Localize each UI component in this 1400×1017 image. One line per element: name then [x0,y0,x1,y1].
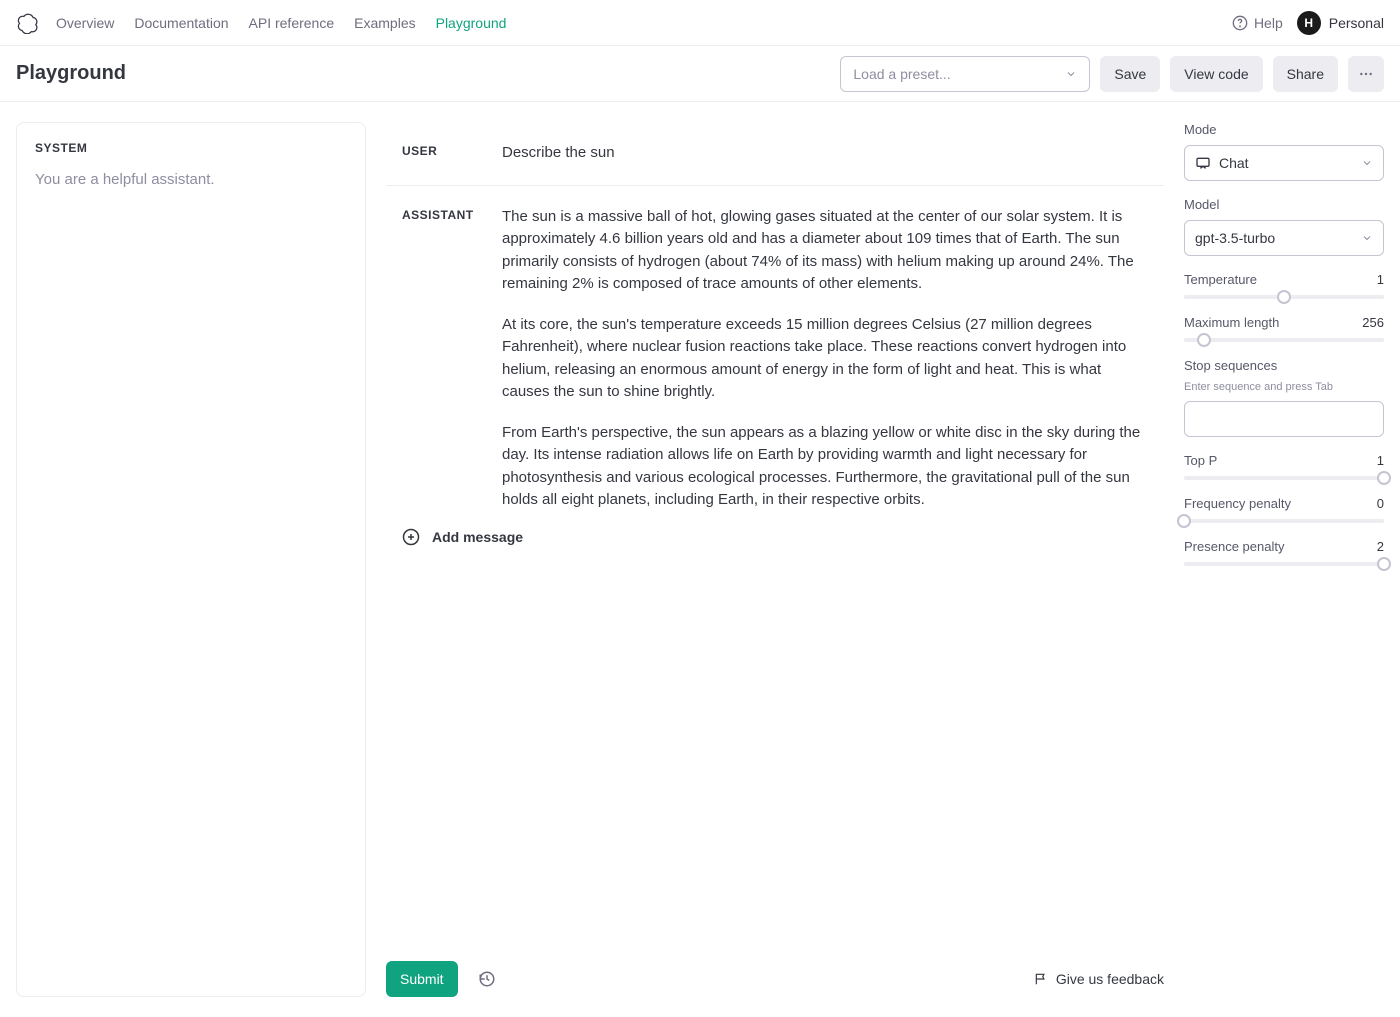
dots-horizontal-icon [1358,66,1374,82]
main: SYSTEM You are a helpful assistant. USER… [0,102,1400,1017]
nav-item-playground[interactable]: Playground [436,15,507,31]
setting-mode: Mode Chat [1184,122,1384,181]
preset-placeholder: Load a preset... [853,66,950,82]
setting-top-p: Top P 1 [1184,453,1384,480]
feedback-link[interactable]: Give us feedback [1034,971,1164,987]
message-content: The sun is a massive ball of hot, glowin… [502,206,1148,512]
mode-value: Chat [1219,155,1249,171]
chat-panel: USER Describe the sun ASSISTANTThe sun is … [386,122,1164,997]
freq-penalty-label: Frequency penalty [1184,496,1291,511]
slider-thumb[interactable] [1377,557,1391,571]
account-menu[interactable]: H Personal [1297,11,1384,35]
slider-thumb[interactable] [1197,333,1211,347]
system-panel[interactable]: SYSTEM You are a helpful assistant. [16,122,366,997]
nav-items: Overview Documentation API reference Exampl… [56,15,506,31]
mode-dropdown[interactable]: Chat [1184,145,1384,181]
setting-stop: Stop sequences Enter sequence and press … [1184,358,1384,437]
help-link[interactable]: Help [1232,15,1283,31]
page-title: Playground [16,62,126,85]
model-dropdown[interactable]: gpt-3.5-turbo [1184,220,1384,256]
stop-label: Stop sequences [1184,358,1384,373]
top-nav: Overview Documentation API reference Exampl… [0,0,1400,46]
view-code-button[interactable]: View code [1170,56,1262,92]
freq-penalty-value: 0 [1377,496,1384,511]
max-length-value: 256 [1362,315,1384,330]
help-label: Help [1254,15,1283,31]
temperature-slider[interactable] [1184,295,1384,299]
model-label: Model [1184,197,1384,212]
slider-thumb[interactable] [1277,290,1291,304]
openai-logo-icon [16,11,40,35]
message-content: Describe the sun [502,142,1148,165]
nav-item-overview[interactable]: Overview [56,15,114,31]
message-row[interactable]: USER Describe the sun [386,122,1164,186]
help-icon [1232,15,1248,31]
account-name: Personal [1329,15,1384,31]
history-button[interactable] [472,964,502,994]
save-button[interactable]: Save [1100,56,1160,92]
stop-hint: Enter sequence and press Tab [1184,381,1384,393]
setting-model: Model gpt-3.5-turbo [1184,197,1384,256]
setting-presence-penalty: Presence penalty 2 [1184,539,1384,566]
plus-circle-icon [402,528,420,546]
settings-panel: Mode Chat Model gpt-3.5-turbo Temperatur… [1184,122,1384,997]
top-p-value: 1 [1377,453,1384,468]
chat-footer: Submit Give us feedback [386,951,1164,997]
message-role: USER [402,142,482,165]
stop-input[interactable] [1184,401,1384,437]
slider-thumb[interactable] [1377,471,1391,485]
avatar: H [1297,11,1321,35]
share-button[interactable]: Share [1273,56,1338,92]
temperature-label: Temperature [1184,272,1257,287]
message-row[interactable]: ASSISTANTThe sun is a massive ball of ho… [386,186,1164,512]
add-message-label: Add message [432,529,523,545]
chevron-down-icon [1361,157,1373,169]
model-value: gpt-3.5-turbo [1195,230,1275,246]
history-icon [478,970,496,988]
messages: USER Describe the sun ASSISTANTThe sun is … [386,122,1164,512]
chevron-down-icon [1361,232,1373,244]
temperature-value: 1 [1377,272,1384,287]
setting-freq-penalty: Frequency penalty 0 [1184,496,1384,523]
presence-penalty-label: Presence penalty [1184,539,1284,554]
top-p-label: Top P [1184,453,1217,468]
preset-select[interactable]: Load a preset... [840,56,1090,92]
submit-button[interactable]: Submit [386,961,458,997]
nav-item-api-reference[interactable]: API reference [249,15,335,31]
setting-max-length: Maximum length 256 [1184,315,1384,342]
setting-temperature: Temperature 1 [1184,272,1384,299]
nav-item-examples[interactable]: Examples [354,15,415,31]
presence-penalty-value: 2 [1377,539,1384,554]
subheader: Playground Load a preset... Save View co… [0,46,1400,102]
message-role: ASSISTANT [402,206,482,512]
more-button[interactable] [1348,56,1384,92]
max-length-label: Maximum length [1184,315,1279,330]
max-length-slider[interactable] [1184,338,1384,342]
flag-icon [1034,972,1048,986]
top-p-slider[interactable] [1184,476,1384,480]
chevron-down-icon [1065,68,1077,80]
system-label: SYSTEM [35,141,347,155]
system-content: You are a helpful assistant. [35,171,347,188]
nav-item-documentation[interactable]: Documentation [134,15,228,31]
mode-label: Mode [1184,122,1384,137]
add-message-button[interactable]: Add message [386,512,1164,562]
presence-penalty-slider[interactable] [1184,562,1384,566]
feedback-label: Give us feedback [1056,971,1164,987]
slider-thumb[interactable] [1177,514,1191,528]
chat-icon [1195,155,1211,171]
freq-penalty-slider[interactable] [1184,519,1384,523]
